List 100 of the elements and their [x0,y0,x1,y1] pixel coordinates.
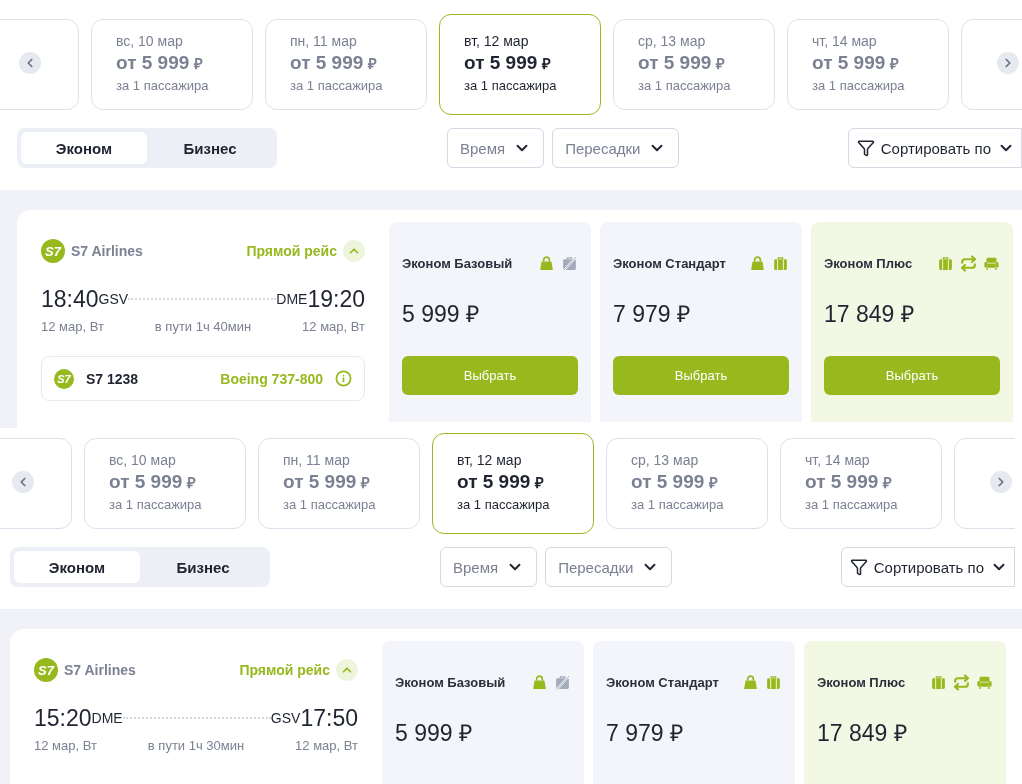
date-card[interactable]: вт, 12 мар от 5 999 ₽ за 1 пассажира [439,14,601,115]
info-icon[interactable] [335,370,352,387]
currency-sign: ₽ [883,473,893,493]
suitcase-icon [772,254,789,272]
fare-price: 17 849 ₽ [824,300,915,327]
date-price: от 5 999 [283,470,357,494]
airline-logo: S7 [41,239,65,263]
handbag-icon [749,254,766,272]
filter-icon [849,558,868,576]
passenger-note: за 1 пассажира [631,496,725,514]
date-price: от 5 999 [109,470,183,494]
filter-dropdown[interactable]: Пересадки [545,547,673,587]
date-price: от 5 999 [631,470,705,494]
fare-name: Эконом Базовый [402,255,513,271]
fare-price: 5 999 ₽ [395,719,473,746]
passenger-note: за 1 пассажира [290,77,384,95]
fare-name: Эконом Плюс [817,674,906,690]
date-card[interactable]: чт, 14 мар от 5 999 ₽ за 1 пассажира [780,438,942,529]
crossed-suitcase-icon [554,673,571,691]
expand-button[interactable] [336,659,358,681]
select-button[interactable]: Выбрать [824,356,1000,395]
currency-sign: ₽ [368,54,378,74]
airport-code: GSV [270,710,301,726]
date-price: от 5 999 [638,51,712,75]
date-card[interactable]: пн, 11 мар от 5 999 ₽ за 1 пассажира [258,438,420,529]
date-label: вт, 12 мар [457,451,523,469]
fare-name: Эконом Стандарт [606,674,719,690]
expand-button[interactable] [343,240,365,262]
exchange-arrows-icon [960,254,977,272]
flight-number: S7 1238 [86,370,139,387]
class-tab[interactable]: Эконом [21,132,147,164]
date-price: от 5 999 [116,51,190,75]
date-label: вс, 10 мар [109,451,177,469]
departure-time: 18:40 [41,285,99,313]
filter-dropdown[interactable]: Время [440,547,538,587]
date-card[interactable]: ср, 13 мар от 5 999 ₽ за 1 пассажира [606,438,768,529]
airport-code: DME [91,710,123,726]
currency-sign: ₽ [542,54,552,74]
date-card[interactable]: чт, 14 мар от 5 999 ₽ за 1 пассажира [787,19,949,110]
date-label: вс, 10 мар [116,32,184,50]
fare-price: 17 849 ₽ [817,719,908,746]
passenger-note: за 1 пассажира [116,77,210,95]
arrival-date: 12 мар, Вт [295,738,358,753]
suitcase-icon [930,673,947,691]
airline-logo: S7 [54,368,74,389]
date-label: чт, 14 мар [812,32,878,50]
currency-sign: ₽ [187,473,197,493]
class-tab[interactable]: Бизнес [140,551,266,583]
currency-sign: ₽ [890,54,900,74]
select-button[interactable]: Выбрать [613,356,789,395]
exchange-arrows-icon [953,673,970,691]
sort-dropdown[interactable]: Сортировать по [847,128,1022,168]
date-card[interactable]: вс, 10 мар от 5 999 ₽ за 1 пассажира [91,19,253,110]
handbag-icon [742,673,759,691]
fare-price: 5 999 ₽ [402,300,480,327]
departure-date: 12 мар, Вт [41,319,104,334]
class-tab[interactable]: Бизнес [147,132,273,164]
arrival-time: 17:50 [300,704,358,732]
passenger-note: за 1 пассажира [805,496,899,514]
airline-name: S7 Airlines [64,662,136,678]
filter-dropdown[interactable]: Время [447,128,545,168]
crossed-suitcase-icon [561,254,578,272]
currency-sign: ₽ [716,54,726,74]
filter-dropdown[interactable]: Пересадки [552,128,680,168]
passenger-note: за 1 пассажира [109,496,203,514]
aircraft-link[interactable]: Boeing 737-800 [220,370,323,387]
passenger-note: за 1 пассажира [812,77,906,95]
date-label: вт, 12 мар [464,32,530,50]
date-card[interactable]: пн, 11 мар от 5 999 ₽ за 1 пассажира [265,19,427,110]
currency-sign: ₽ [194,54,204,74]
passenger-note: за 1 пассажира [464,77,558,95]
date-price: от 5 999 [805,470,879,494]
date-card[interactable]: ср, 13 мар от 5 999 ₽ за 1 пассажира [613,19,775,110]
handbag-icon [538,254,555,272]
flight-duration: в пути 1ч 30мин [147,738,245,753]
fare-price: 7 979 ₽ [606,719,684,746]
airline-name: S7 Airlines [71,243,143,259]
departure-date: 12 мар, Вт [34,738,97,753]
currency-sign: ₽ [361,473,371,493]
currency-sign: ₽ [709,473,719,493]
passenger-note: за 1 пассажира [638,77,732,95]
select-button[interactable]: Выбрать [402,356,578,395]
class-tab[interactable]: Эконом [14,551,140,583]
date-label: ср, 13 мар [638,32,707,50]
suitcase-icon [937,254,954,272]
airport-code: GSV [98,291,129,307]
sort-dropdown[interactable]: Сортировать по [840,547,1015,587]
date-card[interactable]: вс, 10 мар от 5 999 ₽ за 1 пассажира [84,438,246,529]
date-label: чт, 14 мар [805,451,871,469]
date-price: от 5 999 [812,51,886,75]
date-label: ср, 13 мар [631,451,700,469]
fare-price: 7 979 ₽ [613,300,691,327]
arrival-date: 12 мар, Вт [302,319,365,334]
fare-name: Эконом Базовый [395,674,506,690]
airline-logo: S7 [34,658,58,682]
direct-flight-label: Прямой рейс [246,243,337,259]
handbag-icon [531,673,548,691]
date-card[interactable]: вт, 12 мар от 5 999 ₽ за 1 пассажира [432,433,594,534]
direct-flight-label: Прямой рейс [239,662,330,678]
filter-icon [856,139,875,157]
